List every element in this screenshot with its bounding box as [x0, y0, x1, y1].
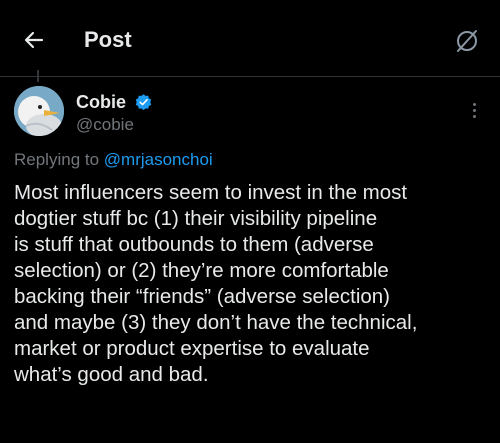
top-bar: Post: [0, 0, 500, 78]
tweet-text: Most influencers seem to invest in the m…: [14, 181, 418, 386]
header-divider: [0, 76, 500, 77]
more-options-button[interactable]: [462, 98, 486, 122]
conversation-rules-button[interactable]: [452, 26, 482, 56]
page-title: Post: [84, 27, 132, 52]
author-name[interactable]: Cobie: [76, 92, 126, 113]
author-handle[interactable]: @cobie: [76, 115, 134, 135]
reply-handle-link[interactable]: @mrjasonchoi: [104, 150, 213, 169]
more-vertical-icon: [472, 102, 476, 106]
thread-connector: [37, 70, 39, 82]
replying-to: Replying to @mrjasonchoi: [14, 150, 213, 170]
back-button[interactable]: [18, 24, 50, 56]
circle-slash-icon: [457, 30, 477, 52]
replying-prefix: Replying to: [14, 150, 104, 169]
post-page: Post Cobie @cobie Replying to @mrjasonch…: [0, 0, 500, 443]
arrow-left-icon: [24, 31, 44, 49]
avatar[interactable]: [14, 86, 64, 136]
verified-badge-icon: [135, 94, 152, 111]
seagull-avatar: [14, 86, 64, 136]
